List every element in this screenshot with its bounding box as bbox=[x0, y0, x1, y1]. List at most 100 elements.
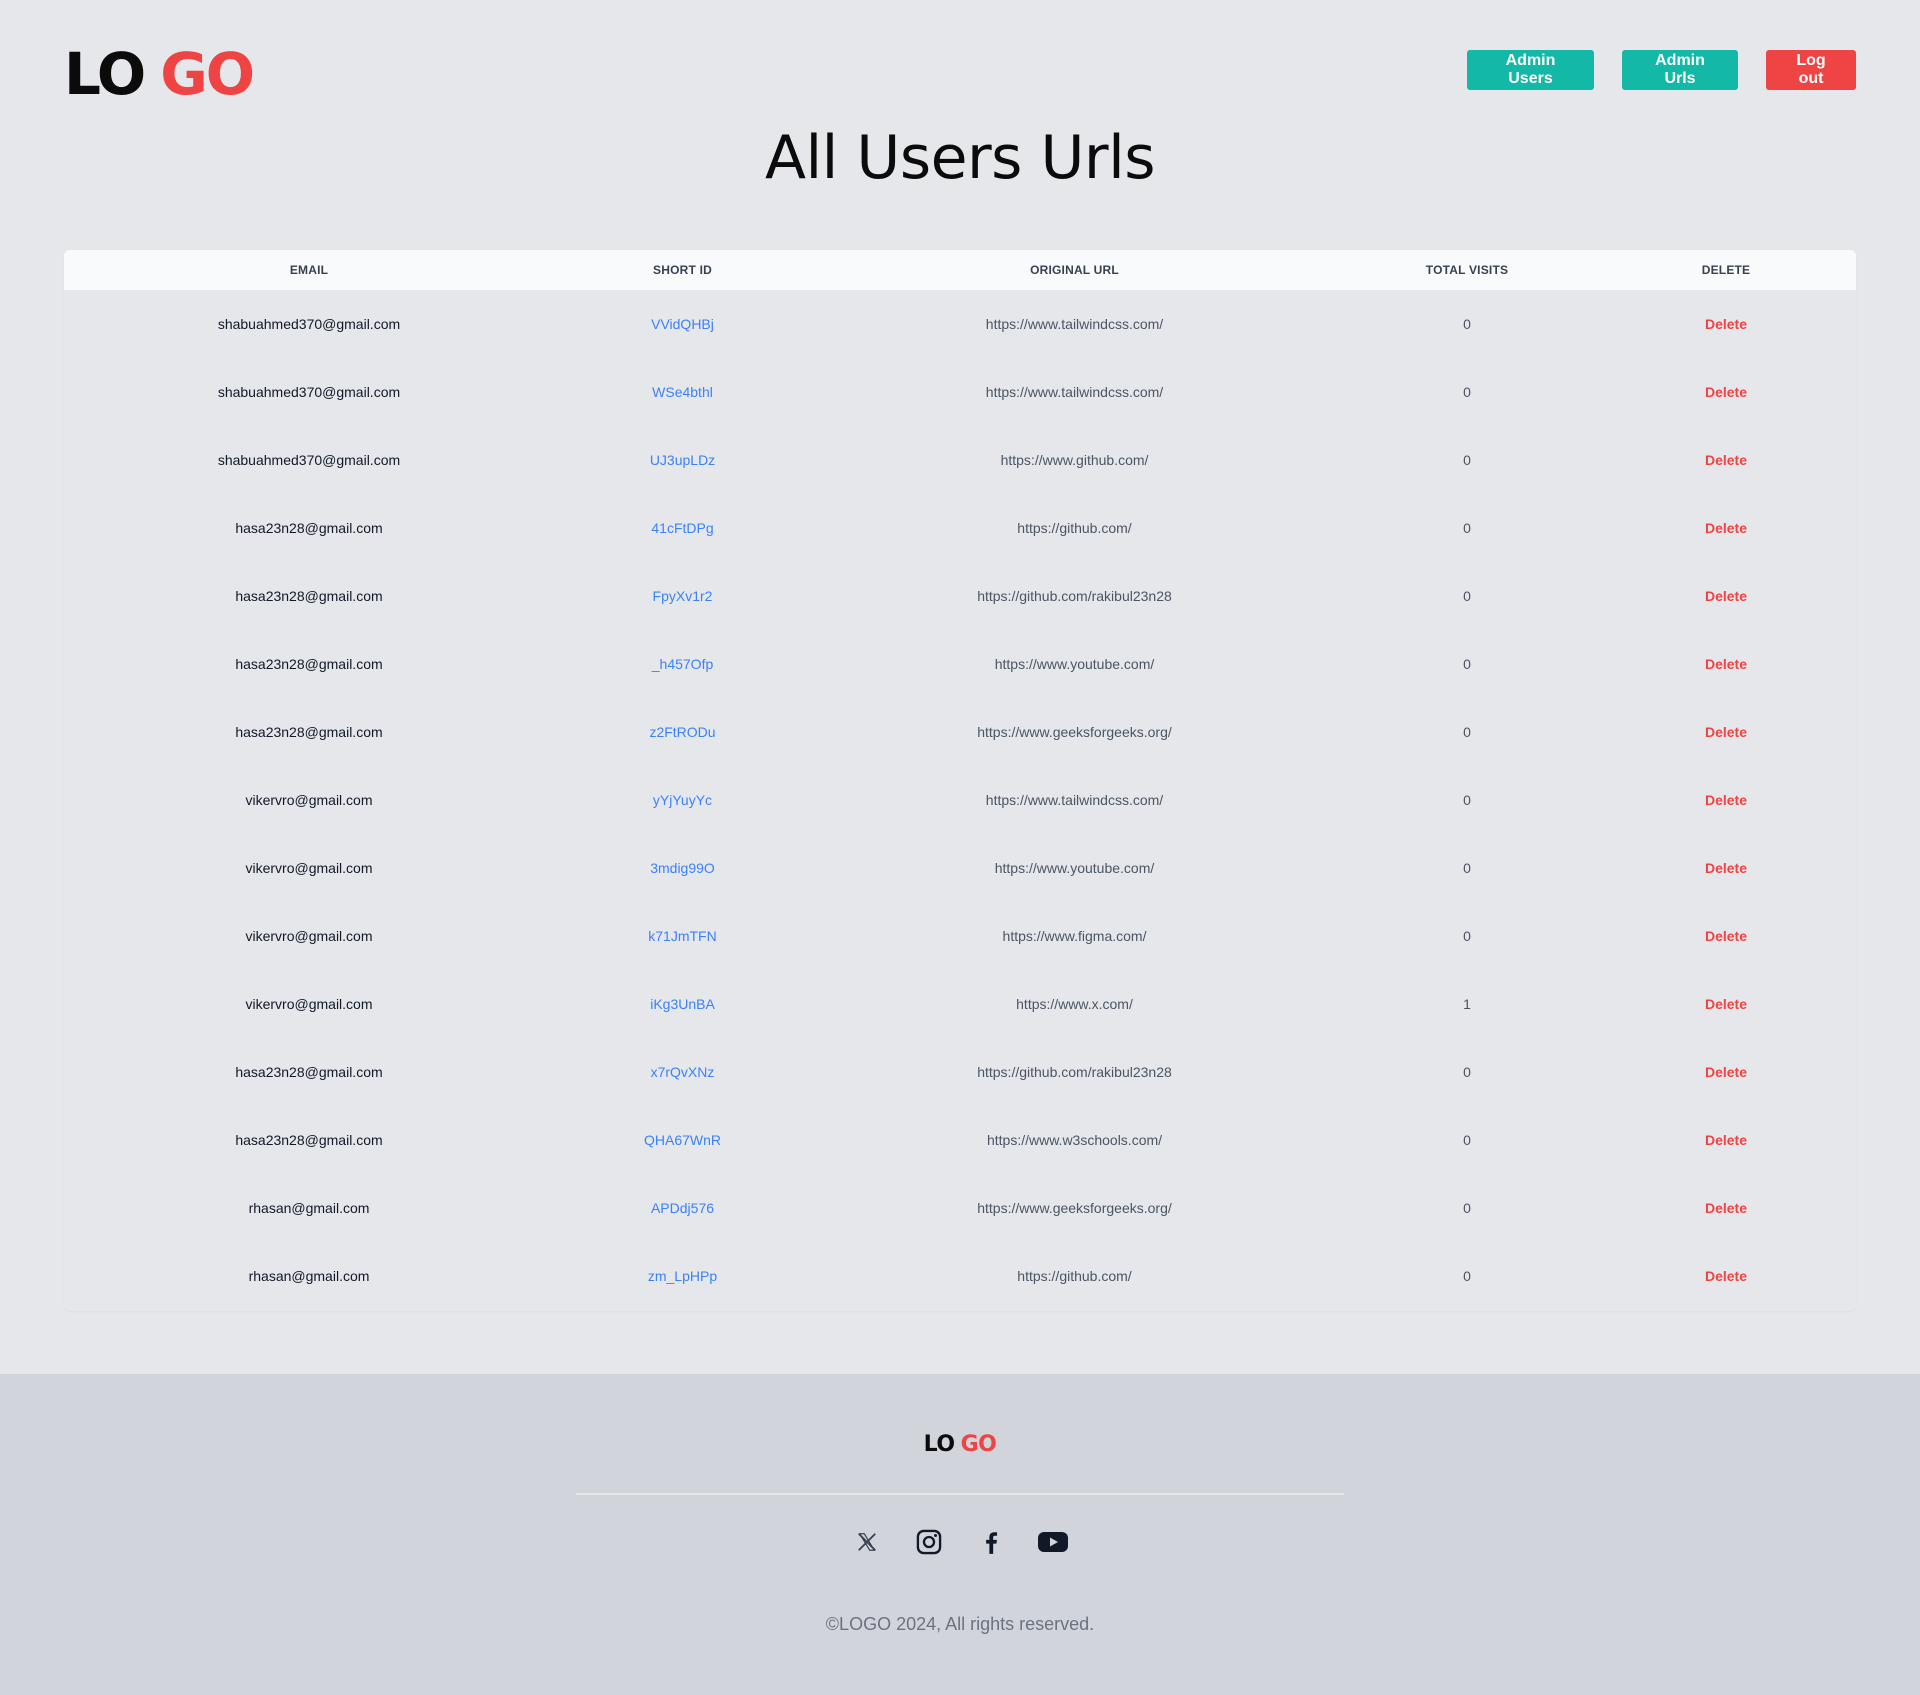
original-url-cell: https://github.com/ bbox=[1017, 520, 1132, 536]
delete-cell: Delete bbox=[1596, 426, 1856, 494]
delete-cell: Delete bbox=[1596, 1038, 1856, 1106]
email-cell: shabuahmed370@gmail.com bbox=[217, 384, 401, 400]
original-url-cell: https://www.youtube.com/ bbox=[994, 656, 1155, 672]
email-cell: hasa23n28@gmail.com bbox=[235, 520, 383, 536]
total-visits-cell: 1 bbox=[1463, 996, 1471, 1012]
original-url-cell: https://www.tailwindcss.com/ bbox=[985, 792, 1164, 808]
admin-users-button[interactable]: Admin Users bbox=[1467, 50, 1594, 90]
table-row: hasa23n28@gmail.com z2FtRODu https://www.g… bbox=[64, 698, 1856, 766]
short-id-link[interactable]: VVidQHBj bbox=[554, 290, 811, 358]
short-id-link[interactable]: APDdj576 bbox=[554, 1174, 811, 1242]
table-row: shabuahmed370@gmail.com WSe4bthl https://w… bbox=[64, 358, 1856, 426]
delete-button[interactable]: Delete bbox=[1705, 1064, 1747, 1080]
short-id-link[interactable]: 41cFtDPg bbox=[554, 494, 811, 562]
delete-button[interactable]: Delete bbox=[1705, 1268, 1747, 1284]
x-icon[interactable] bbox=[851, 1526, 883, 1558]
original-url-cell: https://www.tailwindcss.com/ bbox=[985, 316, 1164, 332]
total-visits-cell: 0 bbox=[1463, 792, 1471, 808]
original-url-cell: https://www.w3schools.com/ bbox=[986, 1132, 1163, 1148]
delete-cell: Delete bbox=[1596, 1242, 1856, 1310]
short-id-link[interactable]: yYjYuyYc bbox=[554, 766, 811, 834]
table-row: hasa23n28@gmail.com 41cFtDPg https://githu… bbox=[64, 494, 1856, 562]
email-cell: hasa23n28@gmail.com bbox=[235, 656, 383, 672]
table-row: shabuahmed370@gmail.com VVidQHBj https://w… bbox=[64, 290, 1856, 358]
youtube-icon[interactable] bbox=[1037, 1526, 1069, 1558]
short-id-link[interactable]: k71JmTFN bbox=[554, 902, 811, 970]
email-cell: rhasan@gmail.com bbox=[248, 1200, 370, 1216]
delete-cell: Delete bbox=[1596, 766, 1856, 834]
total-visits-cell: 0 bbox=[1463, 1132, 1471, 1148]
footer-logo-part1: LO bbox=[923, 1432, 955, 1457]
delete-button[interactable]: Delete bbox=[1705, 1132, 1747, 1148]
email-cell: shabuahmed370@gmail.com bbox=[217, 452, 401, 468]
email-cell: hasa23n28@gmail.com bbox=[235, 588, 383, 604]
column-header-email: EMAIL bbox=[289, 263, 329, 277]
short-id-link[interactable]: iKg3UnBA bbox=[554, 970, 811, 1038]
delete-cell: Delete bbox=[1596, 834, 1856, 902]
delete-cell: Delete bbox=[1596, 902, 1856, 970]
logout-button[interactable]: Log out bbox=[1766, 50, 1856, 90]
short-id-link[interactable]: WSe4bthl bbox=[554, 358, 811, 426]
email-cell: hasa23n28@gmail.com bbox=[235, 1064, 383, 1080]
table-row: rhasan@gmail.com APDdj576 https://www.geek… bbox=[64, 1174, 1856, 1242]
total-visits-cell: 0 bbox=[1463, 928, 1471, 944]
instagram-icon[interactable] bbox=[913, 1526, 945, 1558]
delete-button[interactable]: Delete bbox=[1705, 588, 1747, 604]
total-visits-cell: 0 bbox=[1463, 1200, 1471, 1216]
short-id-link[interactable]: FpyXv1r2 bbox=[554, 562, 811, 630]
email-cell: hasa23n28@gmail.com bbox=[235, 724, 383, 740]
footer-divider bbox=[576, 1493, 1344, 1495]
delete-button[interactable]: Delete bbox=[1705, 452, 1747, 468]
short-id-link[interactable]: 3mdig99O bbox=[554, 834, 811, 902]
delete-button[interactable]: Delete bbox=[1705, 996, 1747, 1012]
logo-part1: LO bbox=[64, 40, 146, 108]
short-id-link[interactable]: UJ3upLDz bbox=[554, 426, 811, 494]
original-url-cell: https://www.figma.com/ bbox=[1002, 928, 1147, 944]
original-url-cell: https://www.youtube.com/ bbox=[994, 860, 1155, 876]
delete-cell: Delete bbox=[1596, 494, 1856, 562]
email-cell: shabuahmed370@gmail.com bbox=[217, 316, 401, 332]
delete-cell: Delete bbox=[1596, 290, 1856, 358]
total-visits-cell: 0 bbox=[1463, 860, 1471, 876]
copyright-text: ©LOGO 2024, All rights reserved. bbox=[825, 1614, 1095, 1634]
delete-button[interactable]: Delete bbox=[1705, 860, 1747, 876]
delete-cell: Delete bbox=[1596, 970, 1856, 1038]
email-cell: vikervro@gmail.com bbox=[245, 792, 373, 808]
short-id-link[interactable]: zm_LpHPp bbox=[554, 1242, 811, 1310]
delete-button[interactable]: Delete bbox=[1705, 792, 1747, 808]
total-visits-cell: 0 bbox=[1463, 724, 1471, 740]
logo[interactable]: LO GO bbox=[64, 40, 255, 108]
logo-part2: GO bbox=[160, 40, 255, 108]
footer: LO GO ©LOGO 2024, All rights reserved. bbox=[0, 1374, 1920, 1695]
table-row: shabuahmed370@gmail.com UJ3upLDz https://w… bbox=[64, 426, 1856, 494]
short-id-link[interactable]: x7rQvXNz bbox=[554, 1038, 811, 1106]
delete-cell: Delete bbox=[1596, 698, 1856, 766]
header: LO GO Admin Users Admin Urls Log out bbox=[0, 0, 1920, 120]
delete-button[interactable]: Delete bbox=[1705, 316, 1747, 332]
delete-button[interactable]: Delete bbox=[1705, 724, 1747, 740]
admin-urls-button[interactable]: Admin Urls bbox=[1622, 50, 1738, 90]
delete-button[interactable]: Delete bbox=[1705, 384, 1747, 400]
urls-table-container: EMAIL SHORT ID ORIGINAL URL TOTAL VISITS… bbox=[64, 250, 1856, 1311]
table-row: vikervro@gmail.com k71JmTFN https://www.fi… bbox=[64, 902, 1856, 970]
delete-button[interactable]: Delete bbox=[1705, 1200, 1747, 1216]
table-row: vikervro@gmail.com 3mdig99O https://www.yo… bbox=[64, 834, 1856, 902]
table-row: hasa23n28@gmail.com FpyXv1r2 https://githu… bbox=[64, 562, 1856, 630]
original-url-cell: https://www.x.com/ bbox=[1016, 996, 1133, 1012]
delete-button[interactable]: Delete bbox=[1705, 928, 1747, 944]
original-url-cell: https://www.github.com/ bbox=[1000, 452, 1149, 468]
table-row: rhasan@gmail.com zm_LpHPp https://github.c… bbox=[64, 1242, 1856, 1310]
top-nav: Admin Users Admin Urls Log out bbox=[1467, 50, 1856, 90]
facebook-icon[interactable] bbox=[975, 1526, 1007, 1558]
footer-logo[interactable]: LO GO bbox=[0, 1432, 1920, 1457]
delete-cell: Delete bbox=[1596, 1106, 1856, 1174]
delete-button[interactable]: Delete bbox=[1705, 520, 1747, 536]
original-url-cell: https://github.com/rakibul23n28 bbox=[977, 1064, 1172, 1080]
column-header-total-visits: TOTAL VISITS bbox=[1425, 263, 1509, 277]
short-id-link[interactable]: _h457Ofp bbox=[554, 630, 811, 698]
delete-button[interactable]: Delete bbox=[1705, 656, 1747, 672]
page-title: All Users Urls bbox=[764, 123, 1156, 193]
short-id-link[interactable]: QHA67WnR bbox=[554, 1106, 811, 1174]
short-id-link[interactable]: z2FtRODu bbox=[554, 698, 811, 766]
original-url-cell: https://github.com/ bbox=[1017, 1268, 1132, 1284]
